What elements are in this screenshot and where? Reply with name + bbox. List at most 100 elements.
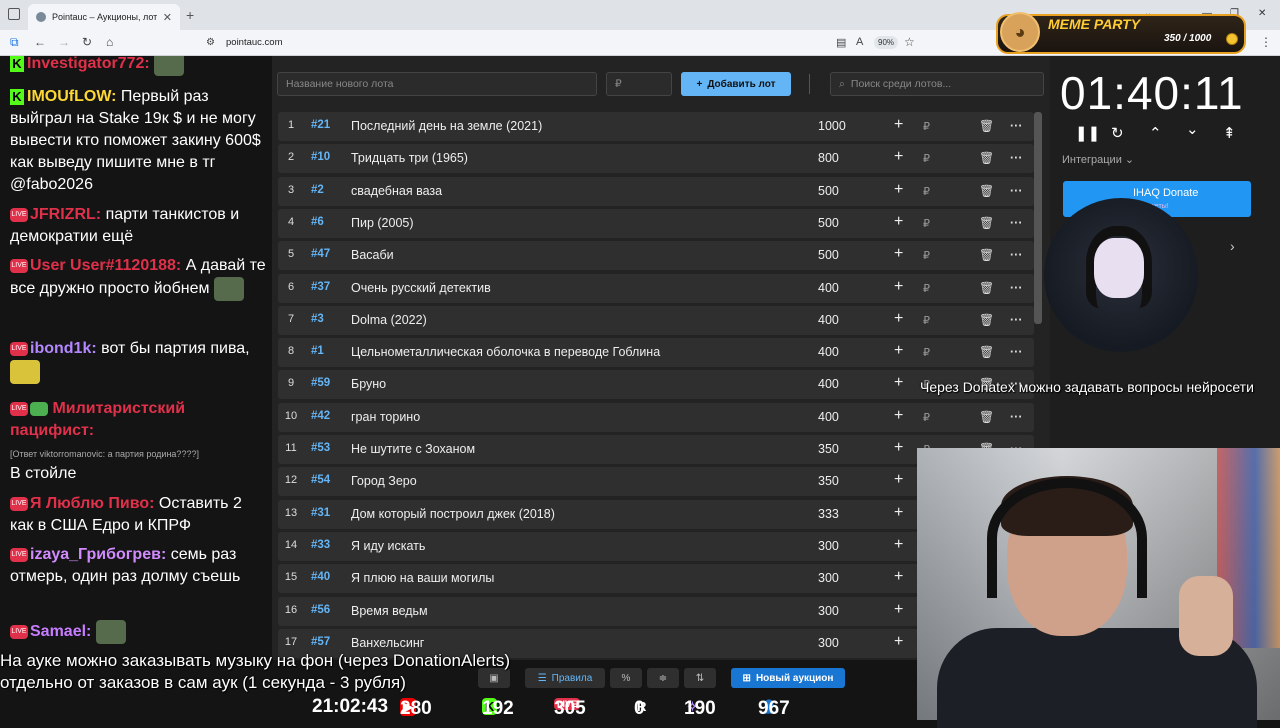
lot-name[interactable]: Цельнометаллическая оболочка в переводе … (351, 345, 660, 359)
lot-row[interactable]: 3 #2 свадебная ваза 500 + ₽ 🗑 ··· (278, 176, 1034, 206)
add-amount-icon[interactable]: + (894, 374, 903, 392)
add-amount-icon[interactable]: + (894, 407, 903, 425)
lot-amount[interactable]: 500 (818, 184, 839, 198)
site-info-icon[interactable]: ⚙ (206, 37, 215, 48)
lot-name[interactable]: Бруно (351, 377, 386, 391)
lot-name[interactable]: Ванхельсинг (351, 636, 424, 650)
browser-tab[interactable]: Pointauc – Аукционы, лотереи ✕ (28, 4, 180, 30)
lot-row[interactable]: 10 #42 гран торино 400 + ₽ 🗑 ··· (278, 402, 1034, 432)
delete-icon[interactable]: 🗑 (979, 151, 994, 165)
more-icon[interactable]: ··· (1010, 313, 1023, 327)
ruble-icon[interactable]: ₽ (923, 282, 930, 295)
lot-name[interactable]: Я плюю на ваши могилы (351, 571, 494, 585)
add-amount-icon[interactable]: + (894, 278, 903, 296)
percent-icon[interactable]: % (610, 668, 642, 688)
more-icon[interactable]: ··· (1010, 216, 1023, 230)
lot-name[interactable]: Очень русский детектив (351, 281, 491, 295)
address-bar[interactable]: pointauc.com (226, 37, 283, 48)
rules-button[interactable]: ☰ Правила (525, 668, 605, 688)
lot-row[interactable]: 4 #6 Пир (2005) 500 + ₽ 🗑 ··· (278, 208, 1034, 238)
lot-amount[interactable]: 300 (818, 604, 839, 618)
lot-amount[interactable]: 400 (818, 345, 839, 359)
more-icon[interactable]: ··· (1010, 281, 1023, 295)
lot-name[interactable]: Время ведьм (351, 604, 428, 618)
new-auction-button[interactable]: ⊞ Новый аукцион (731, 668, 845, 688)
delete-icon[interactable]: 🗑 (979, 345, 994, 359)
add-lot-button[interactable]: + Добавить лот (681, 72, 791, 96)
ruble-icon[interactable]: ₽ (923, 346, 930, 359)
add-amount-icon[interactable]: + (894, 568, 903, 586)
forward-icon[interactable]: → (58, 35, 70, 49)
add-amount-icon[interactable]: + (894, 342, 903, 360)
close-tab-icon[interactable]: ✕ (163, 11, 172, 24)
sidebar-icon[interactable]: ⧉ (10, 35, 19, 50)
lot-amount[interactable]: 300 (818, 636, 839, 650)
lot-row[interactable]: 7 #3 Dolma (2022) 400 + ₽ 🗑 ··· (278, 305, 1034, 335)
lot-row[interactable]: 1 #21 Последний день на земле (2021) 1000 + ₽… (278, 112, 1034, 141)
lot-name[interactable]: Дом который построил джек (2018) (351, 507, 555, 521)
add-amount-icon[interactable]: + (894, 213, 903, 231)
translate-icon[interactable]: A (856, 36, 863, 48)
lot-name[interactable]: свадебная ваза (351, 184, 442, 198)
zoom-level[interactable]: 90% (874, 36, 899, 49)
ruble-icon[interactable]: ₽ (923, 217, 930, 230)
delete-icon[interactable]: 🗑 (979, 248, 994, 262)
lot-amount[interactable]: 350 (818, 442, 839, 456)
double-chevron-up-icon[interactable]: ⇞ (1223, 124, 1236, 142)
add-amount-icon[interactable]: + (894, 633, 903, 651)
ruble-icon[interactable]: ₽ (923, 411, 930, 424)
lot-name[interactable]: Тридцать три (1965) (351, 151, 468, 165)
chevron-up-icon[interactable]: ⌃ (1149, 124, 1162, 142)
chevron-right-icon[interactable]: › (1230, 238, 1235, 254)
more-icon[interactable]: ··· (1010, 184, 1023, 198)
lot-amount[interactable]: 400 (818, 313, 839, 327)
delete-icon[interactable]: 🗑 (979, 410, 994, 424)
lot-amount[interactable]: 400 (818, 377, 839, 391)
lot-row[interactable]: 6 #37 Очень русский детектив 400 + ₽ 🗑 ··· (278, 273, 1034, 303)
add-amount-icon[interactable]: + (894, 310, 903, 328)
delete-icon[interactable]: 🗑 (979, 216, 994, 230)
lot-amount[interactable]: 400 (818, 410, 839, 424)
lot-amount[interactable]: 400 (818, 281, 839, 295)
save-icon[interactable]: ▣ (478, 668, 510, 688)
add-amount-icon[interactable]: + (894, 116, 903, 134)
lot-name[interactable]: Не шутите с Зоханом (351, 442, 475, 456)
split-icon[interactable]: ≑ (647, 668, 679, 688)
lot-amount[interactable]: 300 (818, 571, 839, 585)
ruble-icon[interactable]: ₽ (923, 314, 930, 327)
lot-name[interactable]: гран торино (351, 410, 420, 424)
lot-row[interactable]: 8 #1 Цельнометаллическая оболочка в перево… (278, 338, 1034, 368)
tab-actions-icon[interactable] (8, 8, 20, 20)
menu-dots-icon[interactable]: ⋮ (1260, 35, 1272, 49)
add-amount-icon[interactable]: + (894, 504, 903, 522)
lot-amount[interactable]: 300 (818, 539, 839, 553)
bookmark-star-icon[interactable]: ☆ (904, 35, 915, 49)
pause-icon[interactable]: ❚❚ (1075, 124, 1100, 142)
lot-name[interactable]: Пир (2005) (351, 216, 414, 230)
lots-scrollbar[interactable] (1034, 112, 1042, 324)
lot-search-input[interactable]: ⌕ Поиск среди лотов... (830, 72, 1044, 96)
delete-icon[interactable]: 🗑 (979, 313, 994, 327)
new-tab-icon[interactable]: + (186, 7, 194, 23)
lot-amount-input[interactable]: ₽ (606, 72, 672, 96)
lot-name[interactable]: Последний день на земле (2021) (351, 119, 542, 133)
lot-row[interactable]: 2 #10 Тридцать три (1965) 800 + ₽ 🗑 ··· (278, 144, 1034, 174)
add-amount-icon[interactable]: + (894, 471, 903, 489)
lot-amount[interactable]: 350 (818, 474, 839, 488)
lot-amount[interactable]: 500 (818, 248, 839, 262)
more-icon[interactable]: ··· (1010, 248, 1023, 262)
lot-amount[interactable]: 1000 (818, 119, 846, 133)
ruble-icon[interactable]: ₽ (923, 152, 930, 165)
more-icon[interactable]: ··· (1010, 151, 1023, 165)
lot-amount[interactable]: 333 (818, 507, 839, 521)
delete-icon[interactable]: 🗑 (979, 281, 994, 295)
lot-name[interactable]: Я иду искать (351, 539, 425, 553)
back-icon[interactable]: ← (34, 35, 46, 49)
add-amount-icon[interactable]: + (894, 181, 903, 199)
add-amount-icon[interactable]: + (894, 601, 903, 619)
integrations-dropdown[interactable]: Интеграции ⌄ (1062, 153, 1134, 166)
lot-amount[interactable]: 500 (818, 216, 839, 230)
close-window-icon[interactable]: ✕ (1258, 8, 1266, 19)
lot-row[interactable]: 5 #47 Васаби 500 + ₽ 🗑 ··· (278, 241, 1034, 271)
lot-name[interactable]: Dolma (2022) (351, 313, 427, 327)
